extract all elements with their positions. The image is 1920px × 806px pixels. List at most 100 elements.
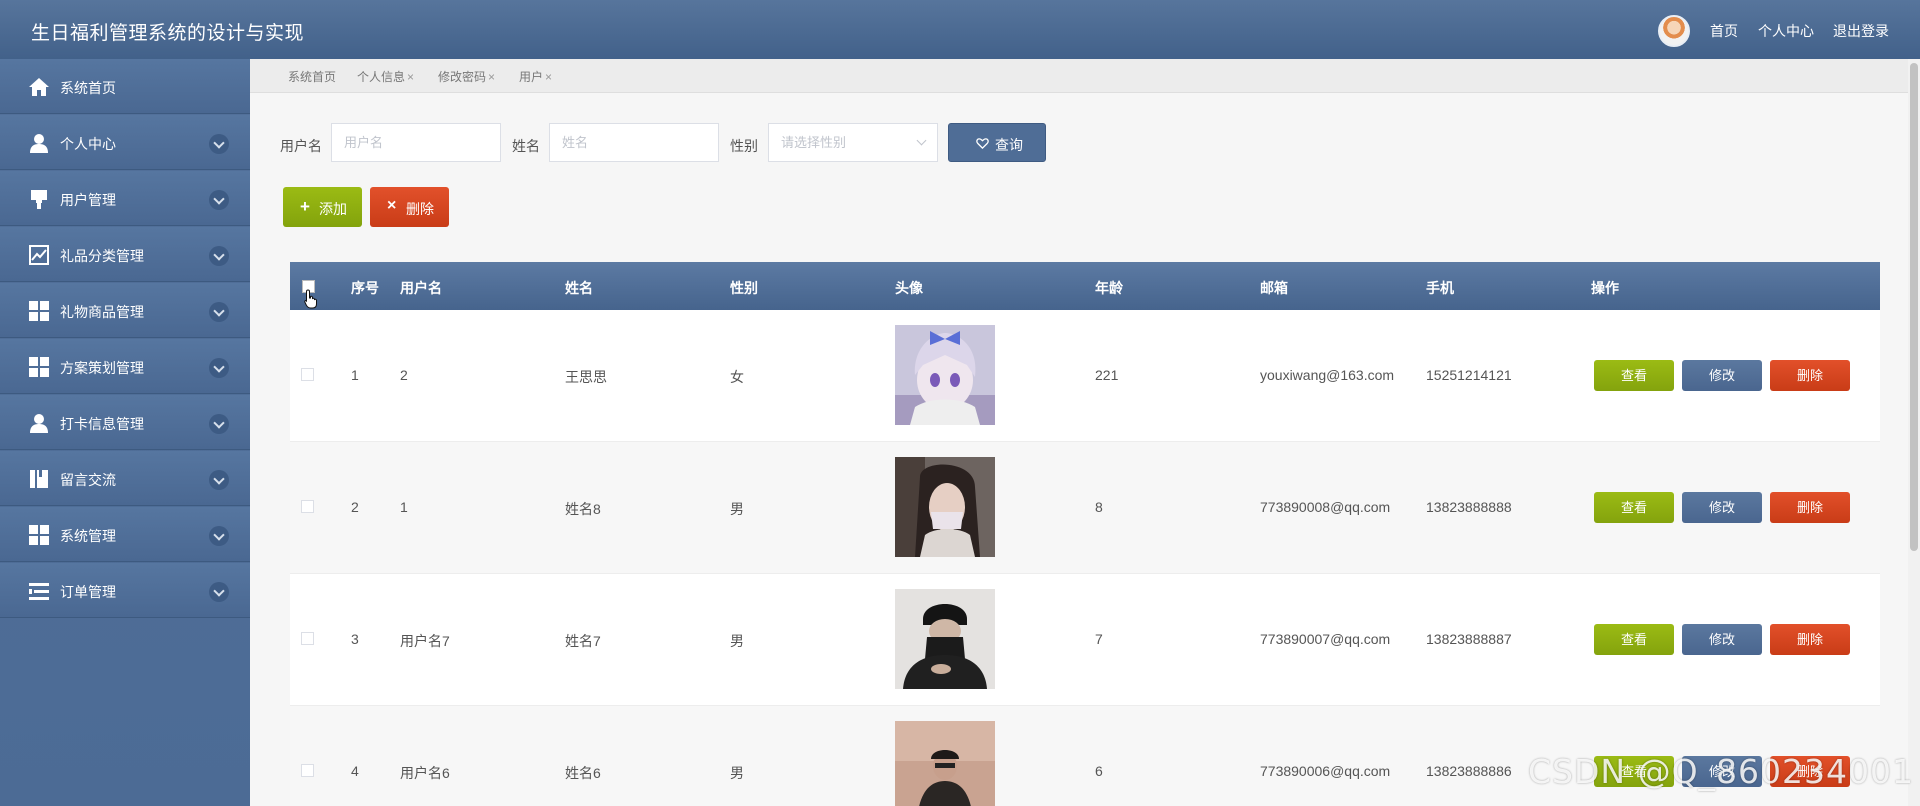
sidebar-item-personal-center[interactable]: 个人中心 bbox=[0, 115, 250, 170]
sidebar-item-home[interactable]: 系统首页 bbox=[0, 59, 250, 114]
cell-index: 2 bbox=[351, 499, 359, 515]
cell-phone: 13823888887 bbox=[1426, 631, 1512, 647]
sidebar-item-plan[interactable]: 方案策划管理 bbox=[0, 339, 250, 394]
cell-username: 2 bbox=[400, 367, 408, 383]
edit-button[interactable]: 修改 bbox=[1682, 492, 1762, 523]
cell-age: 6 bbox=[1095, 763, 1103, 779]
close-icon[interactable]: × bbox=[407, 70, 414, 84]
home-icon bbox=[29, 78, 49, 96]
logout-link[interactable]: 退出登录 bbox=[1833, 21, 1889, 41]
cell-email: 773890006@qq.com bbox=[1260, 763, 1391, 779]
close-icon[interactable]: × bbox=[488, 70, 495, 84]
sidebar-item-gift-goods[interactable]: 礼物商品管理 bbox=[0, 283, 250, 338]
delete-button-label: 删除 bbox=[406, 201, 434, 217]
add-button-label: 添加 bbox=[319, 201, 347, 217]
grid-icon bbox=[29, 525, 49, 545]
user-avatar[interactable] bbox=[1658, 15, 1690, 47]
personal-center-link[interactable]: 个人中心 bbox=[1758, 21, 1814, 41]
chevron-down-icon[interactable] bbox=[209, 246, 229, 266]
book-icon bbox=[30, 470, 48, 488]
chevron-down-icon[interactable] bbox=[209, 358, 229, 378]
cell-gender: 女 bbox=[730, 369, 744, 385]
sidebar-item-label: 留言交流 bbox=[60, 472, 116, 488]
brush-icon bbox=[31, 190, 47, 209]
row-checkbox[interactable] bbox=[301, 500, 314, 513]
view-button[interactable]: 查看 bbox=[1594, 360, 1674, 391]
close-icon[interactable]: × bbox=[545, 70, 552, 84]
app-title: 生日福利管理系统的设计与实现 bbox=[31, 22, 305, 44]
sidebar-item-label: 订单管理 bbox=[60, 584, 116, 600]
grid-icon bbox=[29, 357, 49, 377]
chevron-down-icon[interactable] bbox=[209, 134, 229, 154]
user-icon bbox=[30, 414, 48, 433]
gender-select[interactable]: 请选择性别 bbox=[768, 123, 938, 162]
tab-system-home[interactable]: 系统首页 bbox=[288, 68, 336, 85]
row-checkbox[interactable] bbox=[301, 632, 314, 645]
row-delete-button[interactable]: 删除 bbox=[1770, 624, 1850, 655]
cell-gender: 男 bbox=[730, 765, 744, 781]
avatar-image bbox=[895, 721, 995, 806]
cell-phone: 13823888888 bbox=[1426, 499, 1512, 515]
column-header-username: 用户名 bbox=[400, 280, 442, 296]
username-input[interactable] bbox=[331, 123, 501, 162]
edit-button[interactable]: 修改 bbox=[1682, 624, 1762, 655]
column-header-gender: 性别 bbox=[730, 280, 758, 296]
chevron-down-icon[interactable] bbox=[209, 190, 229, 210]
tab-change-password[interactable]: 修改密码 × bbox=[438, 68, 495, 85]
cell-name: 姓名8 bbox=[565, 501, 601, 517]
cell-name: 王思思 bbox=[565, 369, 607, 385]
vertical-scrollbar[interactable] bbox=[1908, 59, 1920, 806]
row-delete-button[interactable]: 删除 bbox=[1770, 492, 1850, 523]
chevron-down-icon[interactable] bbox=[209, 302, 229, 322]
sidebar-item-label: 用户管理 bbox=[60, 192, 116, 208]
row-delete-button[interactable]: 删除 bbox=[1770, 360, 1850, 391]
sidebar-item-messages[interactable]: 留言交流 bbox=[0, 451, 250, 506]
chevron-down-icon[interactable] bbox=[209, 470, 229, 490]
chevron-down-icon[interactable] bbox=[209, 414, 229, 434]
cell-name: 姓名7 bbox=[565, 633, 601, 649]
close-icon: × bbox=[387, 197, 397, 214]
chevron-down-icon[interactable] bbox=[209, 582, 229, 602]
chevron-down-icon bbox=[916, 135, 927, 146]
row-checkbox[interactable] bbox=[301, 764, 314, 777]
plus-icon: + bbox=[300, 197, 310, 216]
watermark: CSDN @Q_860234001 bbox=[1528, 752, 1915, 791]
top-header: 生日福利管理系统的设计与实现 首页 个人中心 退出登录 bbox=[0, 0, 1920, 59]
view-button[interactable]: 查看 bbox=[1594, 624, 1674, 655]
cell-email: 773890008@qq.com bbox=[1260, 499, 1391, 515]
sidebar-item-label: 方案策划管理 bbox=[60, 360, 144, 376]
column-header-age: 年龄 bbox=[1095, 280, 1123, 296]
main-area: 系统首页 个人信息× 修改密码× 用户× 用户名 姓名 性别 请选择性别 查询 … bbox=[250, 59, 1920, 806]
edit-button[interactable]: 修改 bbox=[1682, 360, 1762, 391]
name-filter-label: 姓名 bbox=[512, 138, 540, 154]
cell-index: 4 bbox=[351, 763, 359, 779]
gender-filter-label: 性别 bbox=[730, 138, 758, 154]
row-checkbox[interactable] bbox=[301, 368, 314, 381]
tab-personal-info[interactable]: 个人信息 × bbox=[357, 68, 414, 85]
cell-phone: 15251214121 bbox=[1426, 367, 1512, 383]
sidebar-item-checkin[interactable]: 打卡信息管理 bbox=[0, 395, 250, 450]
tab-user[interactable]: 用户 × bbox=[519, 68, 552, 85]
content: 用户名 姓名 性别 请选择性别 查询 + 添加 × 删除 序号 用户 bbox=[250, 94, 1920, 806]
home-link[interactable]: 首页 bbox=[1710, 21, 1738, 41]
delete-button[interactable]: × 删除 bbox=[370, 187, 449, 227]
sidebar-item-user-management[interactable]: 用户管理 bbox=[0, 171, 250, 226]
cell-name: 姓名6 bbox=[565, 765, 601, 781]
tabs-bar: 系统首页 个人信息 × 修改密码 × 用户 × bbox=[250, 59, 1920, 93]
column-header-index: 序号 bbox=[351, 280, 379, 296]
view-button[interactable]: 查看 bbox=[1594, 492, 1674, 523]
sidebar-item-orders[interactable]: 订单管理 bbox=[0, 563, 250, 618]
query-button[interactable]: 查询 bbox=[948, 123, 1046, 162]
sidebar-item-gift-category[interactable]: 礼品分类管理 bbox=[0, 227, 250, 282]
scrollbar-thumb[interactable] bbox=[1910, 63, 1918, 551]
sidebar-item-system[interactable]: 系统管理 bbox=[0, 507, 250, 562]
heart-icon bbox=[976, 138, 989, 150]
cell-email: youxiwang@163.com bbox=[1260, 367, 1395, 383]
cell-index: 3 bbox=[351, 631, 359, 647]
cell-gender: 男 bbox=[730, 501, 744, 517]
column-header-phone: 手机 bbox=[1426, 280, 1454, 296]
cell-phone: 13823888886 bbox=[1426, 763, 1512, 779]
chevron-down-icon[interactable] bbox=[209, 526, 229, 546]
add-button[interactable]: + 添加 bbox=[283, 187, 362, 227]
name-input[interactable] bbox=[549, 123, 719, 162]
